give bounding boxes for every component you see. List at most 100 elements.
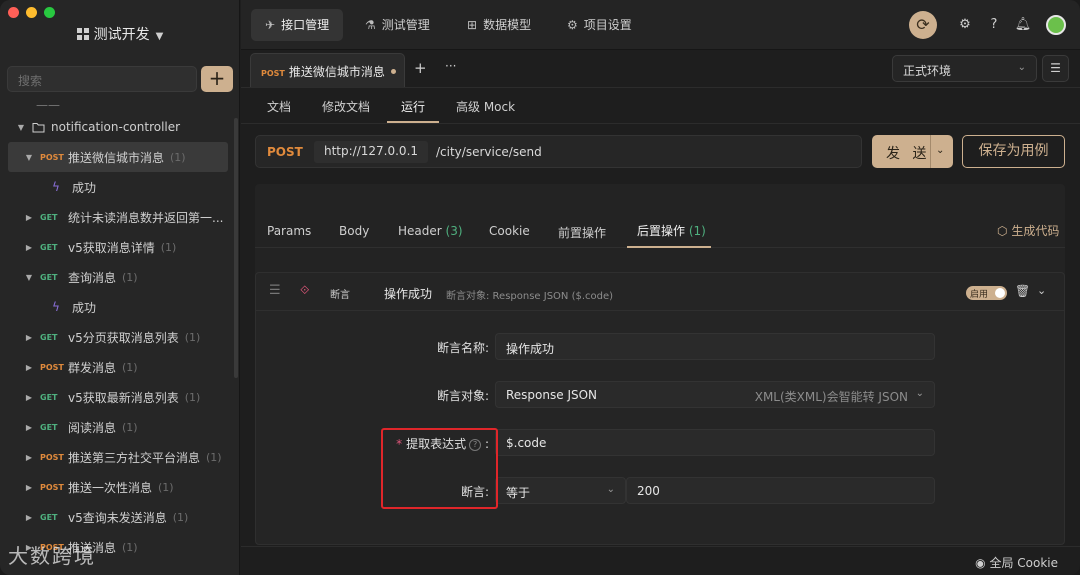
environment-value: 正式环境: [903, 64, 952, 78]
tree-item-label: 群发消息: [68, 360, 117, 375]
tab-doc[interactable]: 文档: [267, 98, 291, 115]
expand-arrow-icon[interactable]: ▶: [24, 513, 34, 522]
request-tab-bar: POST 推送微信城市消息 + ··· 正式环境 ⌄ ☰: [241, 51, 1080, 88]
expand-arrow-icon[interactable]: ▼: [24, 273, 34, 282]
tree-item[interactable]: ▼ GET 查询消息 (1): [0, 262, 236, 292]
nav-tab-model[interactable]: ⊞ 数据模型: [453, 9, 545, 41]
case-item[interactable]: ϟ 成功: [0, 292, 236, 322]
nav-tab-test[interactable]: ⚗ 测试管理: [351, 9, 444, 41]
request-tab[interactable]: POST 推送微信城市消息: [250, 53, 405, 87]
more-tabs-button[interactable]: ···: [445, 59, 456, 73]
caret-down-icon: ▼: [155, 31, 164, 42]
tree-item[interactable]: ▶ GET v5分页获取消息列表 (1): [0, 322, 236, 352]
chevron-down-icon[interactable]: ⌄: [1037, 284, 1046, 297]
expand-arrow-icon[interactable]: ▶: [24, 453, 34, 462]
minimize-window-button[interactable]: [26, 7, 37, 18]
tab-body[interactable]: Body: [339, 224, 369, 238]
expand-arrow-icon[interactable]: ▼: [16, 123, 26, 132]
tree-item-count: (1): [206, 450, 222, 464]
search-input[interactable]: 搜索: [7, 66, 197, 92]
flask-icon: ⚗: [365, 18, 376, 32]
trash-icon[interactable]: 🗑︎: [1015, 284, 1030, 298]
operator-select[interactable]: 等于 ⌄: [495, 477, 626, 504]
tree-item[interactable]: ▶ POST 群发消息 (1): [0, 352, 236, 382]
help-icon[interactable]: ?: [985, 16, 1003, 34]
method-badge: POST: [40, 152, 64, 162]
tab-advanced-mock[interactable]: 高级 Mock: [456, 98, 515, 115]
bolt-icon: ϟ: [52, 180, 60, 194]
send-button[interactable]: 发 送 ⌄: [872, 135, 953, 168]
sync-button[interactable]: ⟳: [909, 11, 937, 39]
case-item[interactable]: ϟ 成功: [0, 172, 236, 202]
close-window-button[interactable]: [8, 7, 19, 18]
nav-tab-label: 项目设置: [583, 18, 632, 32]
tree-item[interactable]: ▼ POST 推送微信城市消息 (1): [8, 142, 228, 172]
nav-tab-api[interactable]: ✈ 接口管理: [251, 9, 344, 41]
tree-item-label: 推送第三方社交平台消息: [68, 450, 201, 465]
assertion-name-input[interactable]: 操作成功: [495, 333, 935, 360]
assertion-header[interactable]: ☰ ⟐ 断言 操作成功 断言对象: Response JSON ($.code)…: [256, 273, 1064, 311]
extract-expression-input[interactable]: $.code: [495, 429, 935, 456]
tab-edit-doc[interactable]: 修改文档: [322, 98, 370, 115]
nav-tab-settings[interactable]: ⚙ 项目设置: [553, 9, 646, 41]
tab-cookie[interactable]: Cookie: [489, 224, 530, 238]
host-prefix[interactable]: http://127.0.0.1: [314, 141, 429, 163]
expected-value-input[interactable]: 200: [626, 477, 935, 504]
bell-icon[interactable]: 🔔︎: [1014, 16, 1032, 34]
tab-label: Cookie: [489, 224, 530, 238]
generate-code-button[interactable]: ⬡ 生成代码: [997, 222, 1059, 239]
sidebar-scrollbar[interactable]: [234, 118, 238, 378]
expand-arrow-icon[interactable]: ▶: [24, 393, 34, 402]
settings-icon[interactable]: ⚙: [956, 16, 974, 34]
expand-arrow-icon[interactable]: ▶: [24, 423, 34, 432]
tab-params[interactable]: Params: [267, 224, 311, 238]
add-button[interactable]: +: [201, 66, 233, 92]
tab-header[interactable]: Header (3): [398, 224, 463, 238]
tab-pre-ops[interactable]: 前置操作: [558, 224, 606, 241]
environment-select[interactable]: 正式环境 ⌄: [892, 55, 1037, 82]
chevron-down-icon[interactable]: ⌄: [936, 145, 944, 156]
project-selector[interactable]: 测试开发 ▼: [0, 24, 240, 44]
expand-arrow-icon[interactable]: ▶: [24, 363, 34, 372]
drag-handle-icon[interactable]: ☰: [269, 283, 281, 298]
tree-item[interactable]: ▶ GET 阅读消息 (1): [0, 412, 236, 442]
url-path-input[interactable]: /city/service/send: [436, 145, 542, 159]
url-bar[interactable]: POST http://127.0.0.1 /city/service/send: [255, 135, 862, 168]
add-tab-button[interactable]: +: [414, 59, 427, 77]
unsaved-dot: [390, 69, 396, 74]
tree-item[interactable]: ▶ POST 推送一次性消息 (1): [0, 472, 236, 502]
status-bar: ◉ 全局 Cookie: [241, 546, 1080, 575]
maximize-window-button[interactable]: [44, 7, 55, 18]
expand-arrow-icon[interactable]: ▶: [24, 243, 34, 252]
enable-toggle[interactable]: 启用: [966, 286, 1007, 300]
name-label: 断言名称:: [436, 341, 489, 355]
folder-row[interactable]: ▼ notification-controller: [0, 112, 236, 142]
grid-icon: [76, 28, 89, 40]
assertion-desc: 断言对象: Response JSON ($.code): [446, 291, 614, 302]
assertion-target-select[interactable]: Response JSON XML(类XML)会智能转 JSON ⌄: [495, 381, 935, 408]
tree-item[interactable]: ▶ GET v5获取消息详情 (1): [0, 232, 236, 262]
expand-arrow-icon[interactable]: ▼: [24, 153, 34, 162]
expand-arrow-icon[interactable]: ▶: [24, 333, 34, 342]
tree-item-count: (1): [122, 360, 138, 374]
method-badge: GET: [40, 422, 58, 432]
tree-item[interactable]: ▶ GET 统计未读消息数并返回第一...: [0, 202, 236, 232]
tree-item[interactable]: ▶ GET v5查询未发送消息 (1): [0, 502, 236, 532]
tree-item-count: (1): [172, 510, 189, 524]
expand-arrow-icon[interactable]: ▶: [24, 483, 34, 492]
global-cookie-button[interactable]: ◉ 全局 Cookie: [975, 554, 1058, 571]
save-as-case-button[interactable]: 保存为用例: [962, 135, 1065, 168]
expand-arrow-icon[interactable]: ▶: [24, 213, 34, 222]
tab-post-ops[interactable]: 后置操作 (1): [637, 222, 706, 239]
tab-run[interactable]: 运行: [401, 98, 425, 115]
method-badge: GET: [40, 392, 58, 402]
avatar[interactable]: [1046, 15, 1066, 35]
tree-row-partial[interactable]: ——: [0, 102, 236, 112]
method-select[interactable]: POST: [267, 145, 303, 159]
active-tab-indicator: [387, 121, 439, 123]
sidebar: 测试开发 ▼ 搜索 + —— ▼ notification-controller …: [0, 0, 240, 575]
tree-item[interactable]: ▶ GET v5获取最新消息列表 (1): [0, 382, 236, 412]
menu-list-button[interactable]: ☰: [1042, 55, 1069, 82]
tree-item[interactable]: ▶ POST 推送第三方社交平台消息 (1): [0, 442, 236, 472]
app-window: 测试开发 ▼ 搜索 + —— ▼ notification-controller …: [0, 0, 1080, 575]
